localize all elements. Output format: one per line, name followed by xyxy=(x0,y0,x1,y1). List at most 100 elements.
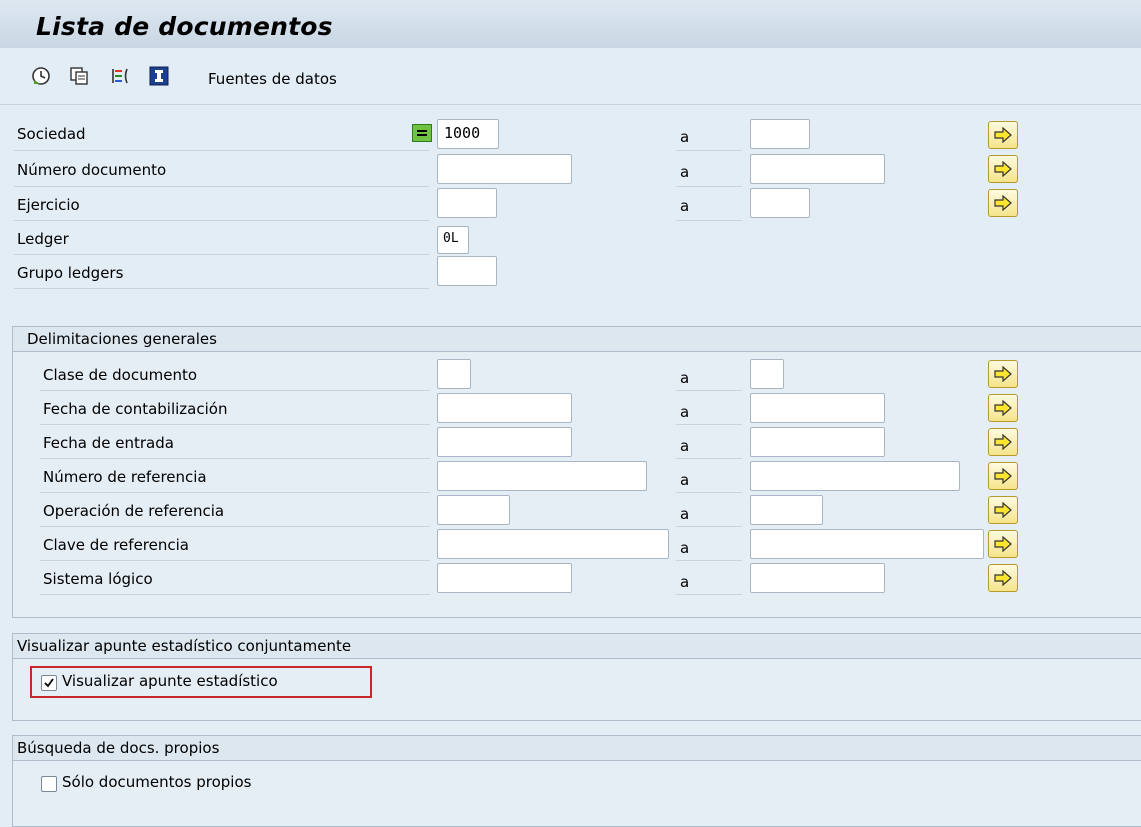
data-sources-button[interactable]: Fuentes de datos xyxy=(208,70,337,88)
group-title: Visualizar apunte estadístico conjuntame… xyxy=(13,634,1141,659)
fecha-contabilizacion-from-input[interactable] xyxy=(437,393,572,423)
fecha-entrada-to-input[interactable] xyxy=(750,427,885,457)
fecha-contabilizacion-to-input[interactable] xyxy=(750,393,885,423)
statistical-checkbox-label[interactable]: Visualizar apunte estadístico xyxy=(62,672,278,690)
multiple-selection-button[interactable] xyxy=(988,155,1018,183)
ledger-input[interactable]: 0L xyxy=(437,226,469,254)
range-separator: a xyxy=(680,403,690,421)
range-separator: a xyxy=(680,369,690,387)
arrow-right-icon xyxy=(994,434,1012,450)
sociedad-to-input[interactable] xyxy=(750,119,810,149)
arrow-right-icon xyxy=(994,536,1012,552)
label-underline xyxy=(40,526,430,527)
label-underline xyxy=(40,424,430,425)
multiple-selection-button[interactable] xyxy=(988,428,1018,456)
range-separator: a xyxy=(680,128,690,146)
fecha-entrada-from-input[interactable] xyxy=(437,427,572,457)
range-separator: a xyxy=(680,437,690,455)
multiple-selection-button[interactable] xyxy=(988,360,1018,388)
label-underline xyxy=(14,288,429,289)
clave-referencia-to-input[interactable] xyxy=(750,529,984,559)
numero-documento-from-input[interactable] xyxy=(437,154,572,184)
page-title: Lista de documentos xyxy=(36,12,333,41)
arrow-right-icon xyxy=(994,127,1012,143)
label-underline xyxy=(676,560,742,561)
label-grupo-ledgers: Grupo ledgers xyxy=(17,264,124,282)
statistical-checkbox[interactable] xyxy=(41,675,57,691)
label-sistema-logico: Sistema lógico xyxy=(43,570,153,588)
group-title: Búsqueda de docs. propios xyxy=(13,736,1141,761)
multiple-selection-button[interactable] xyxy=(988,462,1018,490)
range-separator: a xyxy=(680,505,690,523)
range-separator: a xyxy=(680,471,690,489)
select-option-equal-icon[interactable] xyxy=(412,124,432,142)
info-icon[interactable] xyxy=(148,66,170,86)
clase-documento-to-input[interactable] xyxy=(750,359,784,389)
label-underline xyxy=(14,220,429,221)
label-underline xyxy=(40,594,430,595)
own-documents-checkbox-label[interactable]: Sólo documentos propios xyxy=(62,773,251,791)
own-documents-checkbox[interactable] xyxy=(41,776,57,792)
copy-variant-icon[interactable] xyxy=(68,66,90,86)
operacion-referencia-to-input[interactable] xyxy=(750,495,823,525)
application-toolbar xyxy=(0,48,1141,105)
range-separator: a xyxy=(680,573,690,591)
arrow-right-icon xyxy=(994,468,1012,484)
ejercicio-to-input[interactable] xyxy=(750,188,810,218)
multiple-selection-button[interactable] xyxy=(988,394,1018,422)
clave-referencia-from-input[interactable] xyxy=(437,529,669,559)
label-clave-referencia: Clave de referencia xyxy=(43,536,189,554)
label-numero-documento: Número documento xyxy=(17,161,167,179)
ejercicio-from-input[interactable] xyxy=(437,188,497,218)
label-underline xyxy=(14,254,429,255)
label-underline xyxy=(676,594,742,595)
clase-documento-from-input[interactable] xyxy=(437,359,471,389)
label-ejercicio: Ejercicio xyxy=(17,196,80,214)
label-clase-documento: Clase de documento xyxy=(43,366,198,384)
label-underline xyxy=(676,424,742,425)
grupo-ledgers-input[interactable] xyxy=(437,256,497,286)
label-sociedad: Sociedad xyxy=(17,125,86,143)
range-separator: a xyxy=(680,197,690,215)
sistema-logico-to-input[interactable] xyxy=(750,563,885,593)
label-numero-referencia: Número de referencia xyxy=(43,468,207,486)
label-ledger: Ledger xyxy=(17,230,69,248)
selection-options-icon[interactable] xyxy=(110,66,132,86)
arrow-right-icon xyxy=(994,195,1012,211)
multiple-selection-button[interactable] xyxy=(988,121,1018,149)
arrow-right-icon xyxy=(994,161,1012,177)
arrow-right-icon xyxy=(994,366,1012,382)
multiple-selection-button[interactable] xyxy=(988,530,1018,558)
label-fecha-entrada: Fecha de entrada xyxy=(43,434,174,452)
range-separator: a xyxy=(680,163,690,181)
group-title: Delimitaciones generales xyxy=(13,327,1141,352)
multiple-selection-button[interactable] xyxy=(988,496,1018,524)
label-underline xyxy=(676,220,742,221)
checkmark-icon xyxy=(44,678,54,688)
label-underline xyxy=(40,560,430,561)
numero-referencia-from-input[interactable] xyxy=(437,461,647,491)
label-underline xyxy=(676,492,742,493)
arrow-right-icon xyxy=(994,502,1012,518)
operacion-referencia-from-input[interactable] xyxy=(437,495,510,525)
label-fecha-contabilizacion: Fecha de contabilización xyxy=(43,400,228,418)
label-underline xyxy=(14,186,429,187)
multiple-selection-button[interactable] xyxy=(988,189,1018,217)
execute-clock-icon[interactable] xyxy=(30,66,52,86)
label-underline xyxy=(40,458,430,459)
label-underline xyxy=(40,492,430,493)
label-underline xyxy=(40,390,430,391)
arrow-right-icon xyxy=(994,400,1012,416)
range-separator: a xyxy=(680,539,690,557)
label-underline xyxy=(676,526,742,527)
label-underline xyxy=(676,390,742,391)
label-underline xyxy=(676,150,742,151)
sistema-logico-from-input[interactable] xyxy=(437,563,572,593)
multiple-selection-button[interactable] xyxy=(988,564,1018,592)
sociedad-from-input[interactable]: 1000 xyxy=(437,119,499,149)
numero-referencia-to-input[interactable] xyxy=(750,461,960,491)
label-underline xyxy=(14,150,429,151)
label-underline xyxy=(676,458,742,459)
numero-documento-to-input[interactable] xyxy=(750,154,885,184)
label-operacion-referencia: Operación de referencia xyxy=(43,502,225,520)
